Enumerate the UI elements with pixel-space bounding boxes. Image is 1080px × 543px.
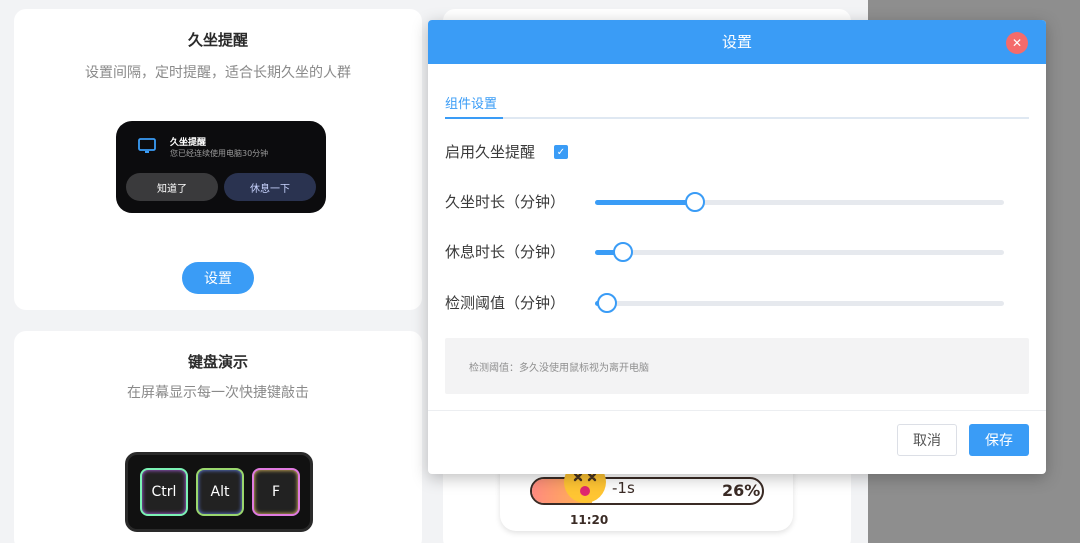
- hint-text: 检测阈值：多久没使用鼠标视为离开电脑: [469, 363, 649, 374]
- settings-button[interactable]: 设置: [182, 262, 254, 294]
- card-title: 久坐提醒: [187, 31, 248, 49]
- close-icon[interactable]: ✕: [1006, 32, 1028, 54]
- tab-component-settings[interactable]: 组件设置: [445, 93, 497, 112]
- key-alt: Alt: [196, 468, 244, 516]
- monitor-icon: [138, 138, 156, 153]
- slider-track: [595, 301, 1004, 306]
- percent-label: 26%: [722, 481, 761, 500]
- dialog-title: 设置: [721, 33, 752, 51]
- time-remaining: -1s: [612, 479, 635, 497]
- slider-label-sit: 久坐时长（分钟）: [445, 193, 566, 211]
- hint-box: 检测阈值：多久没使用鼠标视为离开电脑: [445, 338, 1029, 394]
- know-button[interactable]: 知道了: [126, 173, 218, 201]
- slider-thumb[interactable]: [685, 192, 706, 212]
- card-description: 设置间隔，定时提醒，适合长期久坐的人群: [85, 65, 351, 81]
- keyboard-preview: Ctrl Alt F: [125, 452, 313, 532]
- slider-label-rest: 休息时长（分钟）: [445, 243, 566, 261]
- slider-track: [595, 250, 1004, 255]
- footer-divider: [428, 410, 1046, 411]
- sedentary-card: 久坐提醒 设置间隔，定时提醒，适合长期久坐的人群 久坐提醒 您已经连续使用电脑3…: [14, 9, 422, 310]
- sedentary-preview: 久坐提醒 您已经连续使用电脑30分钟 知道了 休息一下: [116, 121, 326, 213]
- enable-checkbox[interactable]: ✓: [554, 145, 568, 159]
- rest-button[interactable]: 休息一下: [224, 173, 316, 201]
- preview-text: 您已经连续使用电脑30分钟: [170, 149, 269, 158]
- save-button[interactable]: 保存: [969, 424, 1029, 456]
- slider-thumb[interactable]: [597, 293, 618, 313]
- slider-label-threshold: 检测阈值（分钟）: [445, 294, 566, 312]
- tab-divider: [445, 117, 1029, 119]
- settings-dialog: 设置 ✕ 组件设置 启用久坐提醒 ✓ 久坐时长（分钟） 休息时长（分钟） 检测阈…: [428, 20, 1046, 474]
- card-description: 在屏幕显示每一次快捷键敲击: [127, 385, 309, 401]
- key-f: F: [252, 468, 300, 516]
- dialog-header: 设置 ✕: [428, 20, 1046, 64]
- slider-fill: [595, 200, 696, 205]
- key-ctrl: Ctrl: [140, 468, 188, 516]
- rest-duration-slider[interactable]: [595, 242, 1004, 262]
- cancel-button[interactable]: 取消: [897, 424, 957, 456]
- clock-label: 11:20: [570, 513, 609, 527]
- threshold-slider[interactable]: [595, 293, 1004, 313]
- slider-thumb[interactable]: [612, 242, 633, 262]
- card-title: 键盘演示: [187, 353, 248, 371]
- sit-duration-slider[interactable]: [595, 192, 1004, 212]
- tab-active-indicator: [445, 117, 503, 119]
- keyboard-card: 键盘演示 在屏幕显示每一次快捷键敲击 Ctrl Alt F: [14, 331, 422, 543]
- enable-label: 启用久坐提醒: [445, 143, 536, 161]
- preview-title: 久坐提醒: [170, 138, 207, 148]
